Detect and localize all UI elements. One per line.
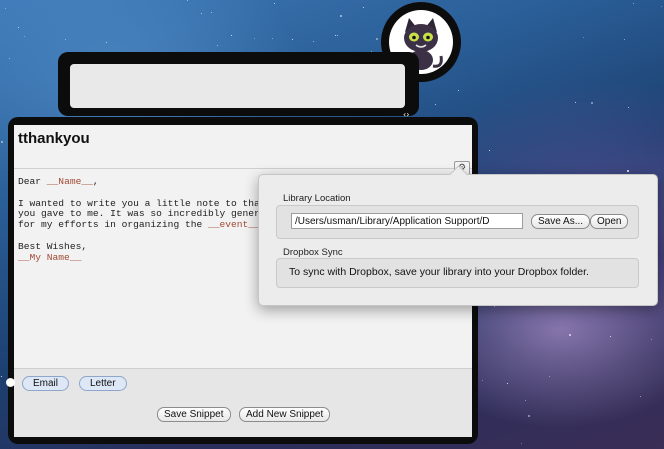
star	[335, 35, 336, 36]
star	[507, 383, 508, 384]
star	[528, 415, 530, 417]
star	[1, 376, 2, 377]
star	[583, 37, 584, 38]
star	[549, 376, 550, 377]
library-location-label: Library Location	[283, 193, 351, 204]
star	[65, 39, 66, 40]
dropbox-sync-label: Dropbox Sync	[283, 247, 343, 258]
save-as-button[interactable]: Save As...	[531, 214, 591, 229]
star	[363, 7, 364, 8]
star	[187, 0, 188, 1]
star	[376, 38, 378, 40]
library-path-field[interactable]: /Users/usman/Library/Application Support…	[291, 213, 523, 229]
star	[292, 39, 293, 40]
open-button[interactable]: Open	[590, 214, 629, 229]
star	[627, 170, 629, 172]
star	[575, 102, 576, 103]
star	[482, 380, 483, 381]
save-snippet-button[interactable]: Save Snippet	[157, 407, 231, 422]
star	[435, 104, 436, 105]
star	[340, 15, 342, 17]
star	[610, 336, 611, 337]
dropbox-sync-text: To sync with Dropbox, save your library …	[289, 266, 589, 278]
tags-bar: Email Letter	[6, 368, 472, 402]
star	[661, 6, 662, 7]
search-window	[58, 52, 419, 116]
tag-email[interactable]: Email	[22, 376, 70, 391]
search-input[interactable]	[70, 64, 405, 108]
event-placeholder: __event__	[208, 219, 260, 231]
action-bar: Save Snippet Add New Snippet	[14, 401, 472, 437]
add-new-snippet-button[interactable]: Add New Snippet	[239, 407, 331, 422]
star	[633, 3, 634, 4]
star	[254, 38, 255, 39]
star	[18, 27, 19, 28]
settings-popover: Library Location /Users/usman/Library/Ap…	[258, 165, 658, 306]
star	[231, 35, 232, 36]
star	[337, 35, 338, 36]
star	[624, 39, 625, 40]
star	[591, 102, 593, 104]
star	[1, 141, 3, 143]
library-location-group: /Users/usman/Library/Application Support…	[276, 205, 639, 239]
star	[9, 58, 10, 59]
star	[313, 41, 314, 42]
star	[5, 8, 6, 9]
star	[640, 396, 641, 397]
star	[521, 443, 522, 444]
star	[274, 3, 275, 4]
title-divider	[14, 168, 472, 169]
star	[211, 12, 212, 13]
star	[651, 339, 652, 340]
name-placeholder: __Name__	[46, 176, 93, 187]
star	[272, 38, 273, 39]
star	[217, 45, 218, 46]
star	[489, 150, 490, 151]
star	[106, 42, 107, 43]
star	[458, 90, 459, 91]
star	[201, 13, 202, 14]
tag-letter[interactable]: Letter	[79, 376, 127, 391]
star	[525, 400, 526, 401]
star	[628, 107, 629, 108]
snippet-title[interactable]: tthankyou	[18, 130, 90, 147]
dropbox-sync-group: To sync with Dropbox, save your library …	[276, 258, 639, 288]
star	[569, 334, 571, 336]
cloud-icon	[6, 378, 15, 387]
star	[494, 306, 495, 307]
star	[24, 36, 25, 37]
